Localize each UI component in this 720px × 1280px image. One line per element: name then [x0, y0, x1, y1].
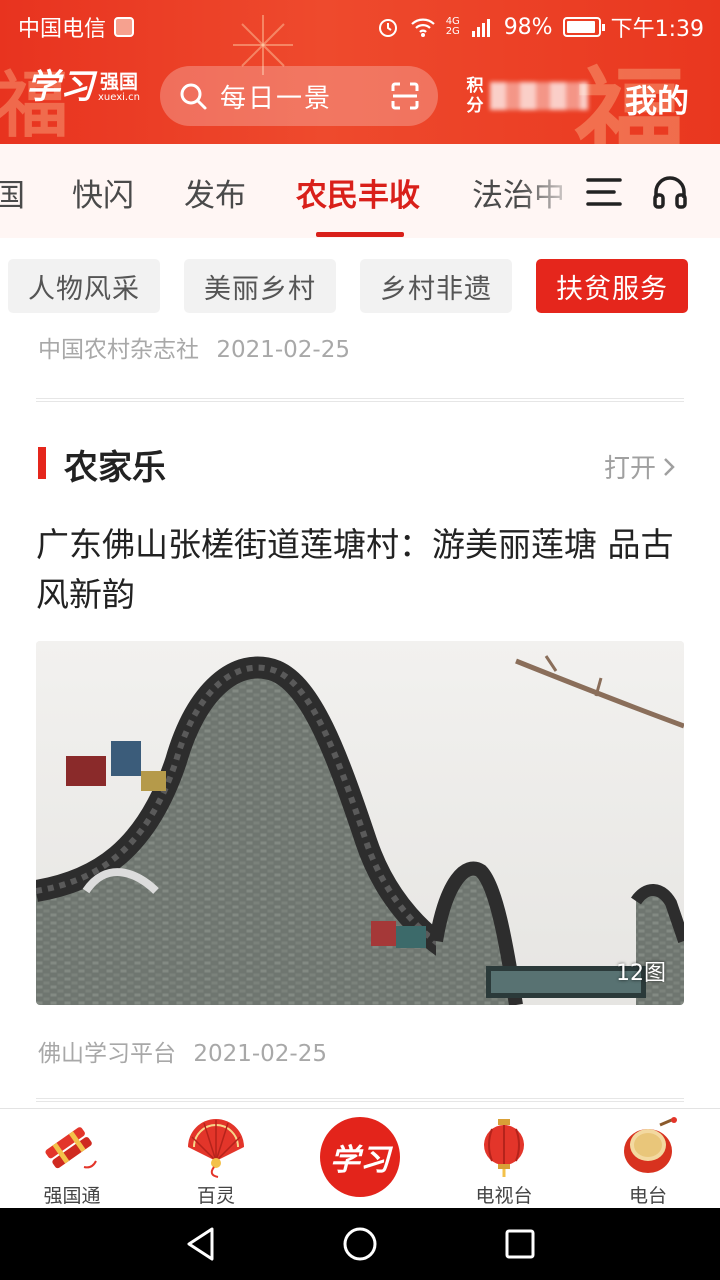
wifi-icon: [410, 18, 435, 37]
nav-radio[interactable]: 电台: [588, 1109, 708, 1209]
sim-card-icon: [114, 17, 135, 37]
back-icon[interactable]: [184, 1226, 218, 1262]
nav-label: 百灵: [196, 1185, 235, 1207]
nav-label: 电视台: [475, 1185, 533, 1207]
system-navigation-bar: [0, 1208, 720, 1280]
nav-label: 电台: [628, 1185, 667, 1207]
logo-main-text: 强国: [99, 71, 138, 93]
search-icon: [180, 83, 207, 110]
prev-article-source: 中国农村杂志社: [38, 337, 199, 363]
prev-article-meta: 中国农村杂志社 2021-02-25: [38, 330, 350, 364]
score-label: 积分: [466, 76, 484, 116]
recent-apps-icon[interactable]: [504, 1228, 536, 1260]
battery-percent: 98%: [503, 14, 553, 40]
logo-script: 学习: [26, 67, 94, 107]
chip-heritage[interactable]: 乡村非遗: [360, 259, 512, 313]
logo-sub-text: xuexi.cn: [98, 92, 140, 103]
divider: [36, 398, 684, 402]
nav-label: 强国通: [43, 1185, 101, 1207]
active-tab-indicator: [316, 232, 404, 237]
search-placeholder: 每日一景: [220, 83, 333, 114]
chip-poverty-service[interactable]: 扶贫服务: [536, 259, 688, 313]
fan-icon: [188, 1119, 244, 1178]
firecracker-icon: [45, 1127, 97, 1169]
battery-icon: [562, 17, 605, 37]
signal-strength-icon: [471, 19, 490, 37]
section-title: 农家乐: [64, 448, 166, 488]
nav-tv-station[interactable]: 电视台: [444, 1109, 564, 1209]
ancestral-hall-roof-illustration: [36, 641, 684, 1005]
carrier-name: 中国电信: [18, 17, 107, 42]
header: 福 福 中国电信 4G 2G 98% 下午1:39 学习 强国 xuexi.cn…: [0, 0, 720, 144]
divider: [36, 1098, 684, 1102]
tab-item[interactable]: 快闪: [72, 170, 134, 215]
lantern-icon: [484, 1119, 524, 1177]
chevron-right-icon: [664, 457, 675, 476]
tab-item[interactable]: 发布: [184, 170, 246, 215]
my-profile-button[interactable]: 我的: [625, 76, 689, 122]
image-count-badge: 12图: [616, 961, 666, 986]
section-accent-bar: [38, 447, 46, 479]
channel-tabs: 国 快闪 发布 农民丰收 法治中: [0, 144, 720, 238]
tab-item[interactable]: 国: [0, 170, 25, 215]
app-screen: 福 福 中国电信 4G 2G 98% 下午1:39 学习 强国 xuexi.cn…: [0, 0, 720, 1280]
tab-item-active[interactable]: 农民丰收: [296, 170, 420, 215]
article-date: 2021-02-25: [193, 1041, 327, 1067]
drum-icon: [624, 1117, 677, 1173]
search-bar[interactable]: 每日一景: [160, 66, 438, 126]
article-source: 佛山学习平台: [38, 1041, 176, 1067]
nav-qiangguotong[interactable]: 强国通: [12, 1109, 132, 1209]
channel-menu-icon[interactable]: [586, 176, 622, 208]
article-meta: 佛山学习平台 2021-02-25: [38, 1034, 327, 1068]
headphones-icon[interactable]: [652, 174, 688, 210]
clock-time: 下午1:39: [610, 17, 704, 42]
article-image[interactable]: 12图: [36, 641, 684, 1005]
xuexi-center-button[interactable]: 学习: [320, 1117, 400, 1197]
tab-fade-overlay: [520, 144, 580, 238]
nav-bailing[interactable]: 百灵: [156, 1109, 276, 1209]
section-open-link[interactable]: 打开: [604, 448, 676, 485]
app-logo[interactable]: 学习 强国 xuexi.cn: [26, 70, 140, 104]
home-icon[interactable]: [342, 1226, 378, 1262]
score-value-blurred: [490, 82, 588, 110]
alarm-icon: [378, 19, 397, 37]
status-bar: 中国电信 4G 2G 98% 下午1:39: [0, 0, 720, 50]
chip-people[interactable]: 人物风采: [8, 259, 160, 313]
chip-village[interactable]: 美丽乡村: [184, 259, 336, 313]
scan-icon[interactable]: [390, 81, 420, 111]
open-label: 打开: [604, 454, 657, 484]
article-headline[interactable]: 广东佛山张槎街道莲塘村：游美丽莲塘 品古风新韵: [36, 520, 684, 620]
network-type-label: 4G 2G: [445, 16, 460, 37]
prev-article-date: 2021-02-25: [216, 337, 350, 363]
